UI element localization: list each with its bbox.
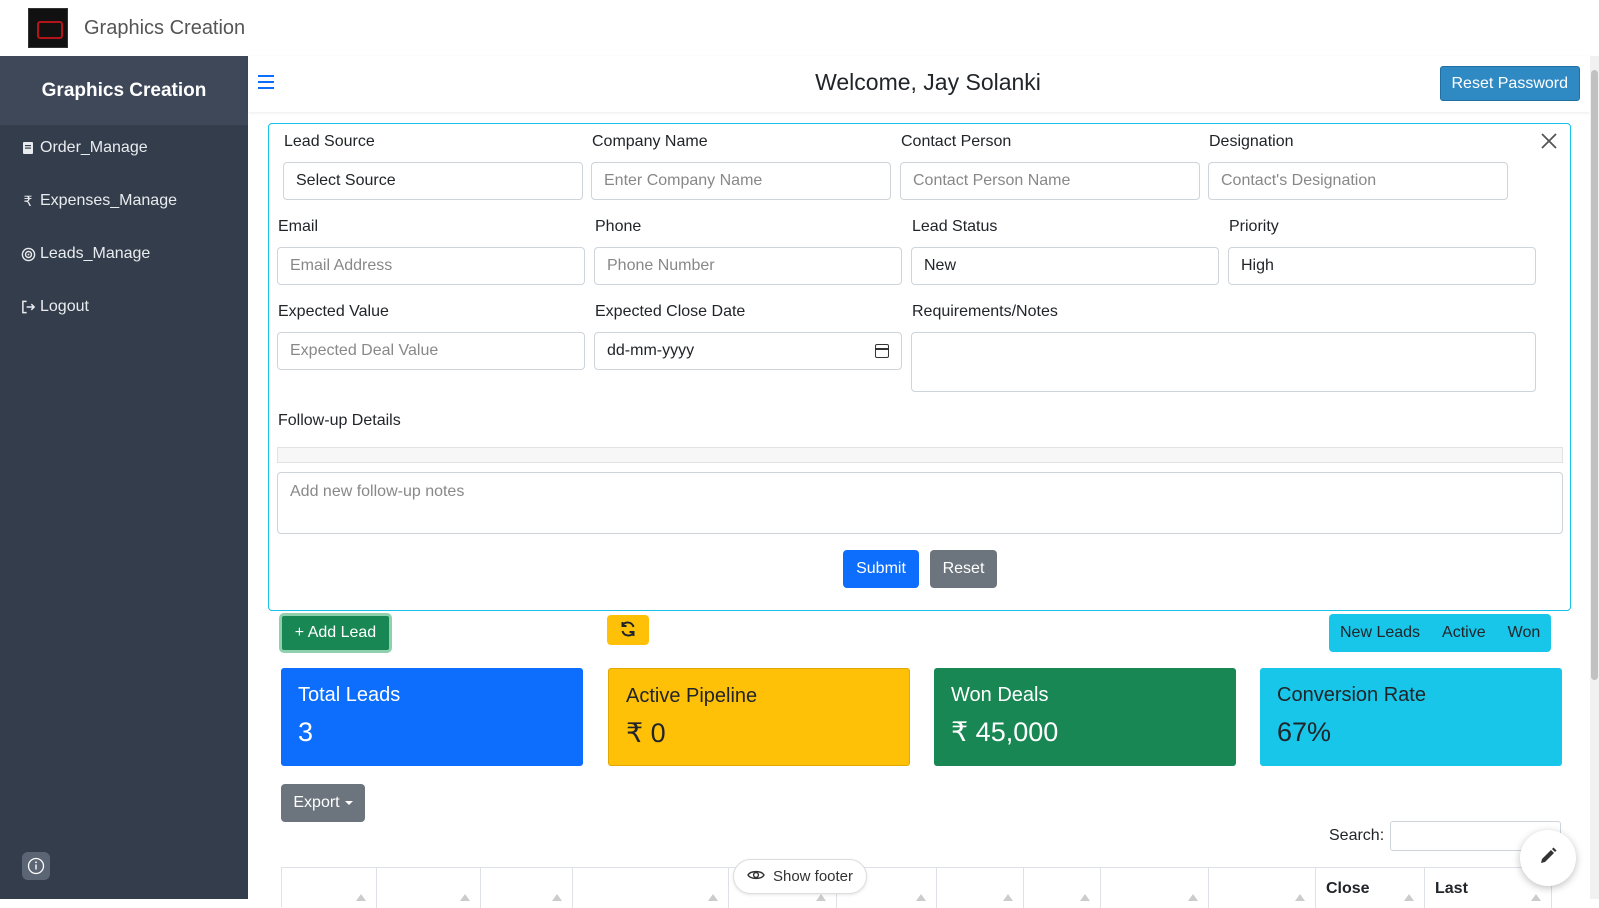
page-header: Welcome, Jay Solanki Reset Password [248, 56, 1590, 112]
filter-new-leads[interactable]: New Leads [1329, 624, 1431, 642]
sidebar-item-label: Order_Manage [40, 139, 148, 156]
stat-value: ₹ 0 [626, 718, 666, 748]
date-value: dd-mm-yyyy [607, 342, 695, 359]
table-column-header[interactable] [377, 868, 481, 908]
filter-won[interactable]: Won [1497, 624, 1552, 642]
requirements-label: Requirements/Notes [912, 303, 1058, 320]
table-column-header[interactable] [1209, 868, 1316, 908]
table-column-header[interactable] [481, 868, 573, 908]
refresh-icon [619, 620, 637, 641]
reset-button[interactable]: Reset [930, 550, 997, 588]
refresh-button[interactable] [607, 615, 649, 645]
stat-value: 3 [298, 717, 314, 747]
followup-label: Follow-up Details [278, 412, 401, 429]
stat-value: 67% [1277, 717, 1332, 747]
table-column-header[interactable]: Close [1316, 868, 1425, 908]
expected-close-date-label: Expected Close Date [595, 303, 746, 320]
book-icon [20, 140, 36, 156]
designation-label: Designation [1209, 133, 1294, 150]
sidebar-item-expenses-manage[interactable]: ₹ Expenses_Manage [20, 192, 177, 210]
target-icon [20, 246, 36, 262]
sidebar-item-label: Leads_Manage [40, 245, 151, 262]
lead-filter-group: New Leads Active Won [1329, 614, 1552, 652]
company-name-input[interactable]: Enter Company Name [591, 162, 891, 200]
followup-history [277, 447, 1563, 463]
stat-value: ₹ 45,000 [951, 717, 1059, 747]
show-footer-button[interactable]: Show footer [733, 859, 867, 894]
info-icon[interactable] [22, 852, 50, 880]
priority-select[interactable]: High [1228, 247, 1536, 285]
expected-value-input[interactable]: Expected Deal Value [277, 332, 585, 370]
lead-status-select[interactable]: New [911, 247, 1219, 285]
sidebar-brand: Graphics Creation [0, 56, 248, 125]
sidebar-item-label: Expenses_Manage [40, 192, 177, 209]
stat-card-total-leads: Total Leads 3 [281, 668, 583, 766]
lead-source-select[interactable]: Select Source [283, 162, 583, 200]
sidebar: Graphics Creation Order_Manage ₹ Expense… [0, 56, 248, 899]
reset-password-button[interactable]: Reset Password [1439, 66, 1580, 101]
show-footer-label: Show footer [772, 868, 854, 885]
app-title: Graphics Creation [84, 17, 246, 39]
lead-status-label: Lead Status [912, 218, 998, 235]
table-column-header[interactable] [1024, 868, 1101, 908]
sidebar-item-logout[interactable]: Logout [20, 298, 89, 316]
contact-person-input[interactable]: Contact Person Name [900, 162, 1200, 200]
top-bar: Graphics Creation [0, 0, 1599, 56]
lead-form: Lead Source Select Source Company Name E… [268, 123, 1571, 611]
priority-label: Priority [1229, 218, 1279, 235]
leads-table-header: Close Last [281, 867, 1563, 908]
stat-title: Total Leads [298, 684, 401, 706]
phone-input[interactable]: Phone Number [594, 247, 902, 285]
stat-title: Won Deals [951, 684, 1049, 706]
contact-person-label: Contact Person [901, 133, 1012, 150]
stat-title: Conversion Rate [1277, 684, 1426, 706]
logout-icon [20, 299, 36, 315]
sidebar-item-order-manage[interactable]: Order_Manage [20, 139, 148, 157]
stat-card-conversion-rate: Conversion Rate 67% [1260, 668, 1562, 766]
stat-card-won-deals: Won Deals ₹ 45,000 [934, 668, 1236, 766]
scrollbar-thumb[interactable] [1591, 70, 1598, 680]
stat-card-active-pipeline: Active Pipeline ₹ 0 [608, 668, 910, 766]
eye-icon [747, 868, 765, 885]
close-icon[interactable] [1540, 132, 1560, 152]
table-column-header[interactable] [573, 868, 729, 908]
filter-active[interactable]: Active [1431, 624, 1497, 642]
designation-input[interactable]: Contact's Designation [1208, 162, 1508, 200]
page-scrollbar[interactable] [1590, 56, 1599, 899]
sidebar-item-label: Logout [40, 298, 89, 315]
edit-fab-button[interactable] [1520, 830, 1576, 886]
page-title: Welcome, Jay Solanki [815, 69, 1041, 95]
stat-title: Active Pipeline [626, 685, 758, 707]
calendar-icon[interactable] [875, 344, 889, 358]
search-label: Search: [1329, 827, 1385, 844]
table-column-header[interactable] [1101, 868, 1209, 908]
phone-label: Phone [595, 218, 642, 235]
rupee-icon: ₹ [23, 192, 33, 209]
expected-value-label: Expected Value [278, 303, 389, 320]
table-column-header[interactable] [282, 868, 377, 908]
requirements-textarea[interactable] [911, 332, 1536, 392]
submit-button[interactable]: Submit [843, 550, 919, 588]
add-lead-button[interactable]: + Add Lead [279, 613, 392, 653]
followup-textarea[interactable]: Add new follow-up notes [277, 472, 1563, 534]
email-label: Email [278, 218, 319, 235]
pencil-icon [1538, 846, 1558, 871]
lead-source-label: Lead Source [284, 133, 375, 150]
expected-close-date-input[interactable]: dd-mm-yyyy [594, 332, 902, 370]
export-dropdown-button[interactable]: Export [281, 784, 365, 822]
sidebar-item-leads-manage[interactable]: Leads_Manage [20, 245, 150, 263]
email-input[interactable]: Email Address [277, 247, 585, 285]
company-name-label: Company Name [592, 133, 708, 150]
app-logo [28, 8, 68, 48]
table-column-header[interactable] [937, 868, 1024, 908]
